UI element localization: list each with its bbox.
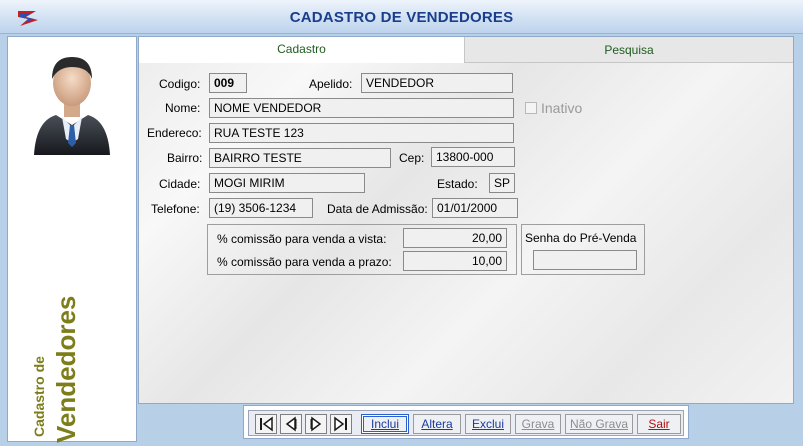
apelido-label: Apelido: xyxy=(309,77,353,91)
inativo-label: Inativo xyxy=(541,100,583,116)
comissao-vista-field[interactable]: 20,00 xyxy=(403,228,507,248)
previous-record-button[interactable] xyxy=(280,414,302,434)
estado-label: Estado: xyxy=(437,177,478,191)
next-record-icon xyxy=(310,416,322,432)
side-label-small: Cadastro de xyxy=(31,356,47,437)
altera-button[interactable]: Altera xyxy=(413,414,461,434)
last-record-button[interactable] xyxy=(330,414,352,434)
cidade-label: Cidade: xyxy=(159,177,201,191)
admissao-label: Data de Admissão: xyxy=(327,202,428,216)
cep-label: Cep: xyxy=(399,151,425,165)
endereco-field[interactable]: RUA TESTE 123 xyxy=(209,123,514,143)
title-bar: CADASTRO DE VENDEDORES xyxy=(0,0,803,34)
estado-field[interactable]: SP xyxy=(489,173,515,193)
first-record-icon xyxy=(260,416,273,432)
comissao-prazo-label: % comissão para venda a prazo: xyxy=(217,255,392,269)
senha-prevenda-field[interactable] xyxy=(533,250,637,270)
exclui-button[interactable]: Exclui xyxy=(465,414,511,434)
checkbox-icon xyxy=(525,102,537,114)
telefone-label: Telefone: xyxy=(151,202,200,216)
last-record-icon xyxy=(334,416,347,432)
inativo-checkbox[interactable]: Inativo xyxy=(525,100,582,116)
apelido-field[interactable]: VENDEDOR xyxy=(361,73,513,93)
codigo-label: Codigo: xyxy=(159,77,201,91)
form-panel: Cadastro Pesquisa Codigo: 009 Apelido: V… xyxy=(138,36,794,404)
comissao-vista-label: % comissão para venda a vista: xyxy=(217,232,387,246)
nome-label: Nome: xyxy=(165,101,201,115)
action-toolbar: Inclui Altera Exclui Grava Não Grava Sai… xyxy=(243,405,689,439)
comissao-prazo-field[interactable]: 10,00 xyxy=(403,251,507,271)
cidade-field[interactable]: MOGI MIRIM xyxy=(209,173,365,193)
sair-button[interactable]: Sair xyxy=(637,414,681,434)
side-panel: Cadastro de Vendedores xyxy=(7,36,137,443)
tab-cadastro[interactable]: Cadastro xyxy=(139,37,465,63)
bairro-field[interactable]: BAIRRO TESTE xyxy=(209,148,391,168)
user-avatar-icon xyxy=(34,57,110,155)
telefone-field[interactable]: (19) 3506-1234 xyxy=(209,198,313,218)
tab-pesquisa[interactable]: Pesquisa xyxy=(465,37,793,63)
grava-button[interactable]: Grava xyxy=(515,414,561,434)
endereco-label: Endereco: xyxy=(147,126,202,140)
next-record-button[interactable] xyxy=(305,414,327,434)
nome-field[interactable]: NOME VENDEDOR xyxy=(209,98,514,118)
senha-prevenda-label: Senha do Pré-Venda xyxy=(525,231,637,245)
admissao-field[interactable]: 01/01/2000 xyxy=(432,198,518,218)
previous-record-icon xyxy=(285,416,297,432)
first-record-button[interactable] xyxy=(255,414,277,434)
cep-field[interactable]: 13800-000 xyxy=(431,147,515,167)
inclui-button[interactable]: Inclui xyxy=(361,414,409,434)
bairro-label: Bairro: xyxy=(167,151,203,165)
window-title: CADASTRO DE VENDEDORES xyxy=(289,9,514,26)
nao-grava-button[interactable]: Não Grava xyxy=(565,414,633,434)
codigo-field[interactable]: 009 xyxy=(209,73,247,93)
side-label-big: Vendedores xyxy=(51,295,81,443)
